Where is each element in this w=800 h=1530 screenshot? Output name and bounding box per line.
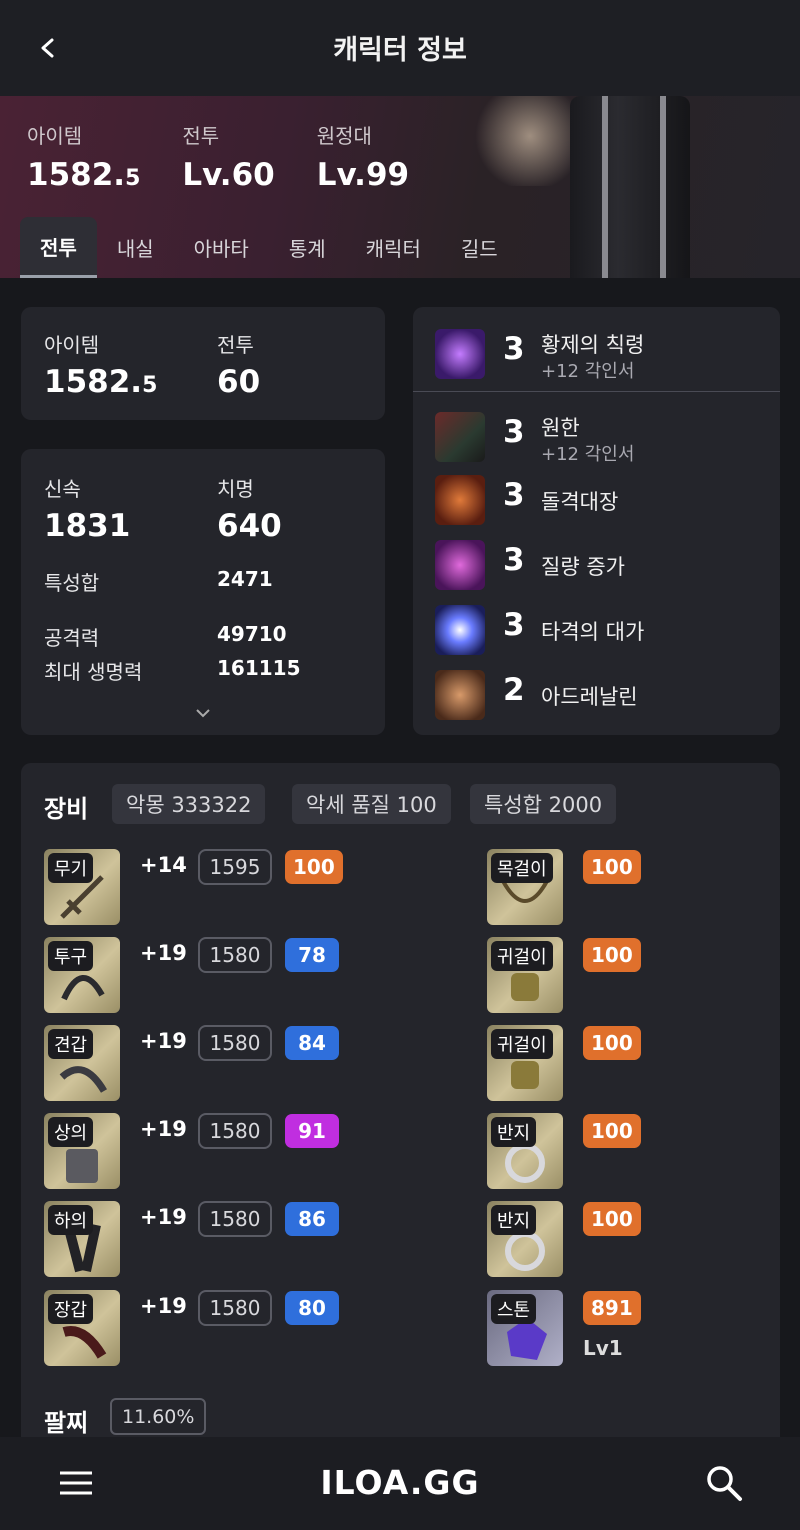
stats-card: 신속 1831 치명 640 특성합 2471 공격력 49710 최대 생명력… [21, 449, 385, 735]
stat-crit: 치명 640 [217, 477, 282, 544]
accessory-item[interactable]: 반지 100 [487, 1201, 727, 1277]
equipment-card: 장비 악몽 333322 악세 품질 100 특성합 2000 무기 +14 1… [21, 763, 780, 1463]
chevron-down-icon [196, 709, 210, 718]
stat-value: 49710 [217, 622, 287, 646]
bottom-nav: ILOA.GG [0, 1437, 800, 1530]
hit-master-icon [435, 605, 485, 655]
divider [413, 391, 780, 392]
emperor-decree-icon [435, 329, 485, 379]
tab-guild[interactable]: 길드 [441, 217, 518, 278]
set-chip: 악몽 333322 [112, 784, 266, 824]
summary-combat-level: 전투 60 [217, 333, 261, 400]
accessory-item[interactable]: 스톤 891 Lv1 [487, 1290, 727, 1366]
tab-inner[interactable]: 내실 [97, 217, 174, 278]
pants-icon: 하의 [44, 1201, 120, 1277]
tab-combat[interactable]: 전투 [20, 217, 97, 278]
engraving-item[interactable]: 3 타격의 대가 [413, 597, 780, 661]
summary-item-level: 아이템 1582.5 [44, 333, 158, 400]
engraving-item[interactable]: 3 질량 증가 [413, 532, 780, 596]
stat-value: 2471 [217, 567, 273, 591]
ring-icon: 반지 [487, 1113, 563, 1189]
summary-card: 아이템 1582.5 전투 60 [21, 307, 385, 420]
trait-sum-chip: 특성합 2000 [470, 784, 617, 824]
mass-increase-icon [435, 540, 485, 590]
hero-expedition-level: 원정대 Lv.99 [316, 124, 410, 193]
accessory-item[interactable]: 반지 100 [487, 1113, 727, 1189]
accessory-item[interactable]: 목걸이 100 [487, 849, 727, 925]
engravings-card: 3 황제의 칙령 +12 각인서 3 원한 +12 각인서 3 돌격대장 3 질… [413, 307, 780, 735]
bracelet-percent-chip: 11.60% [110, 1398, 207, 1435]
adrenaline-icon [435, 670, 485, 720]
gear-item[interactable]: 장갑 +19 1580 80 [44, 1290, 374, 1366]
gear-item[interactable]: 무기 +14 1595 100 [44, 849, 374, 925]
search-button[interactable] [704, 1463, 744, 1503]
tab-avatar[interactable]: 아바타 [174, 217, 269, 278]
gear-item[interactable]: 투구 +19 1580 78 [44, 937, 374, 1013]
grudge-icon [435, 412, 485, 462]
page-title: 캐릭터 정보 [333, 35, 467, 66]
ability-stone-icon: 스톤 [487, 1290, 563, 1366]
raid-captain-icon [435, 475, 485, 525]
engraving-item[interactable]: 3 원한 +12 각인서 [413, 404, 780, 468]
stat-label: 공격력 [44, 626, 100, 650]
tab-stats[interactable]: 통계 [269, 217, 346, 278]
hero-item-level: 아이템 1582.5 [27, 124, 141, 193]
earring-icon: 귀걸이 [487, 1025, 563, 1101]
earring-icon: 귀걸이 [487, 937, 563, 1013]
chest-armor-icon: 상의 [44, 1113, 120, 1189]
accessory-quality-chip: 악세 품질 100 [292, 784, 451, 824]
expand-stats-button[interactable] [193, 703, 213, 723]
shoulder-icon: 견갑 [44, 1025, 120, 1101]
accessory-item[interactable]: 귀걸이 100 [487, 1025, 727, 1101]
tab-character[interactable]: 캐릭터 [346, 217, 441, 278]
gear-item[interactable]: 견갑 +19 1580 84 [44, 1025, 374, 1101]
helmet-icon: 투구 [44, 937, 120, 1013]
brand-logo[interactable]: ILOA.GG [0, 1463, 800, 1502]
character-hero: 아이템 1582.5 전투 Lv.60 원정대 Lv.99 전투 내실 아바타 … [0, 96, 800, 278]
stat-value: 161115 [217, 656, 301, 680]
stat-swiftness: 신속 1831 [44, 477, 131, 544]
gear-item[interactable]: 하의 +19 1580 86 [44, 1201, 374, 1277]
accessory-item[interactable]: 귀걸이 100 [487, 937, 727, 1013]
search-icon [707, 1466, 742, 1501]
stat-label: 최대 생명력 [44, 660, 143, 684]
gloves-icon: 장갑 [44, 1290, 120, 1366]
gear-item[interactable]: 상의 +19 1580 91 [44, 1113, 374, 1189]
character-portrait [470, 96, 710, 278]
bracelet-title: 팔찌 [44, 1409, 89, 1437]
necklace-icon: 목걸이 [487, 849, 563, 925]
hero-stats: 아이템 1582.5 전투 Lv.60 원정대 Lv.99 [27, 120, 409, 193]
ring-icon: 반지 [487, 1201, 563, 1277]
top-bar: 캐릭터 정보 [0, 0, 800, 96]
engraving-item[interactable]: 2 아드레날린 [413, 662, 780, 726]
engraving-item[interactable]: 3 황제의 칙령 +12 각인서 [413, 321, 780, 385]
stat-label: 특성합 [44, 571, 100, 595]
weapon-icon: 무기 [44, 849, 120, 925]
tab-bar: 전투 내실 아바타 통계 캐릭터 길드 [20, 217, 518, 278]
hero-combat-level: 전투 Lv.60 [182, 124, 275, 193]
engraving-item[interactable]: 3 돌격대장 [413, 467, 780, 531]
equipment-title: 장비 [44, 795, 89, 823]
